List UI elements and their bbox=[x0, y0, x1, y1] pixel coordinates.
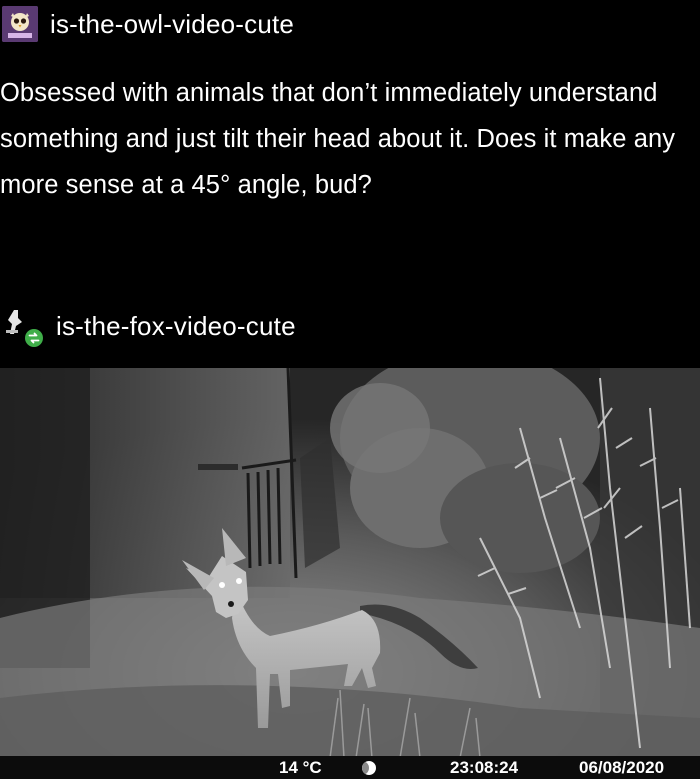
post-username[interactable]: is-the-owl-video-cute bbox=[50, 9, 294, 40]
post-header-owl: is-the-owl-video-cute bbox=[0, 4, 294, 44]
moon-phase-icon bbox=[362, 761, 376, 775]
camera-info-bar: 14 °C 23:08:24 06/08/2020 bbox=[0, 756, 700, 779]
camera-temperature: 14 °C bbox=[279, 758, 322, 777]
fox-avatar-icon[interactable] bbox=[0, 304, 44, 348]
post-body-text: Obsessed with animals that don’t immedia… bbox=[0, 79, 676, 199]
reblog-username[interactable]: is-the-fox-video-cute bbox=[56, 311, 296, 342]
post-header-fox: is-the-fox-video-cute bbox=[0, 304, 296, 348]
tumblr-post: is-the-owl-video-cute Obsessed with anim… bbox=[0, 0, 700, 779]
camera-date: 06/08/2020 bbox=[579, 758, 665, 777]
reblog-icon bbox=[25, 329, 43, 347]
fox-photo bbox=[0, 368, 700, 758]
owl-avatar-icon[interactable] bbox=[2, 6, 38, 42]
camera-time: 23:08:24 bbox=[450, 758, 519, 777]
